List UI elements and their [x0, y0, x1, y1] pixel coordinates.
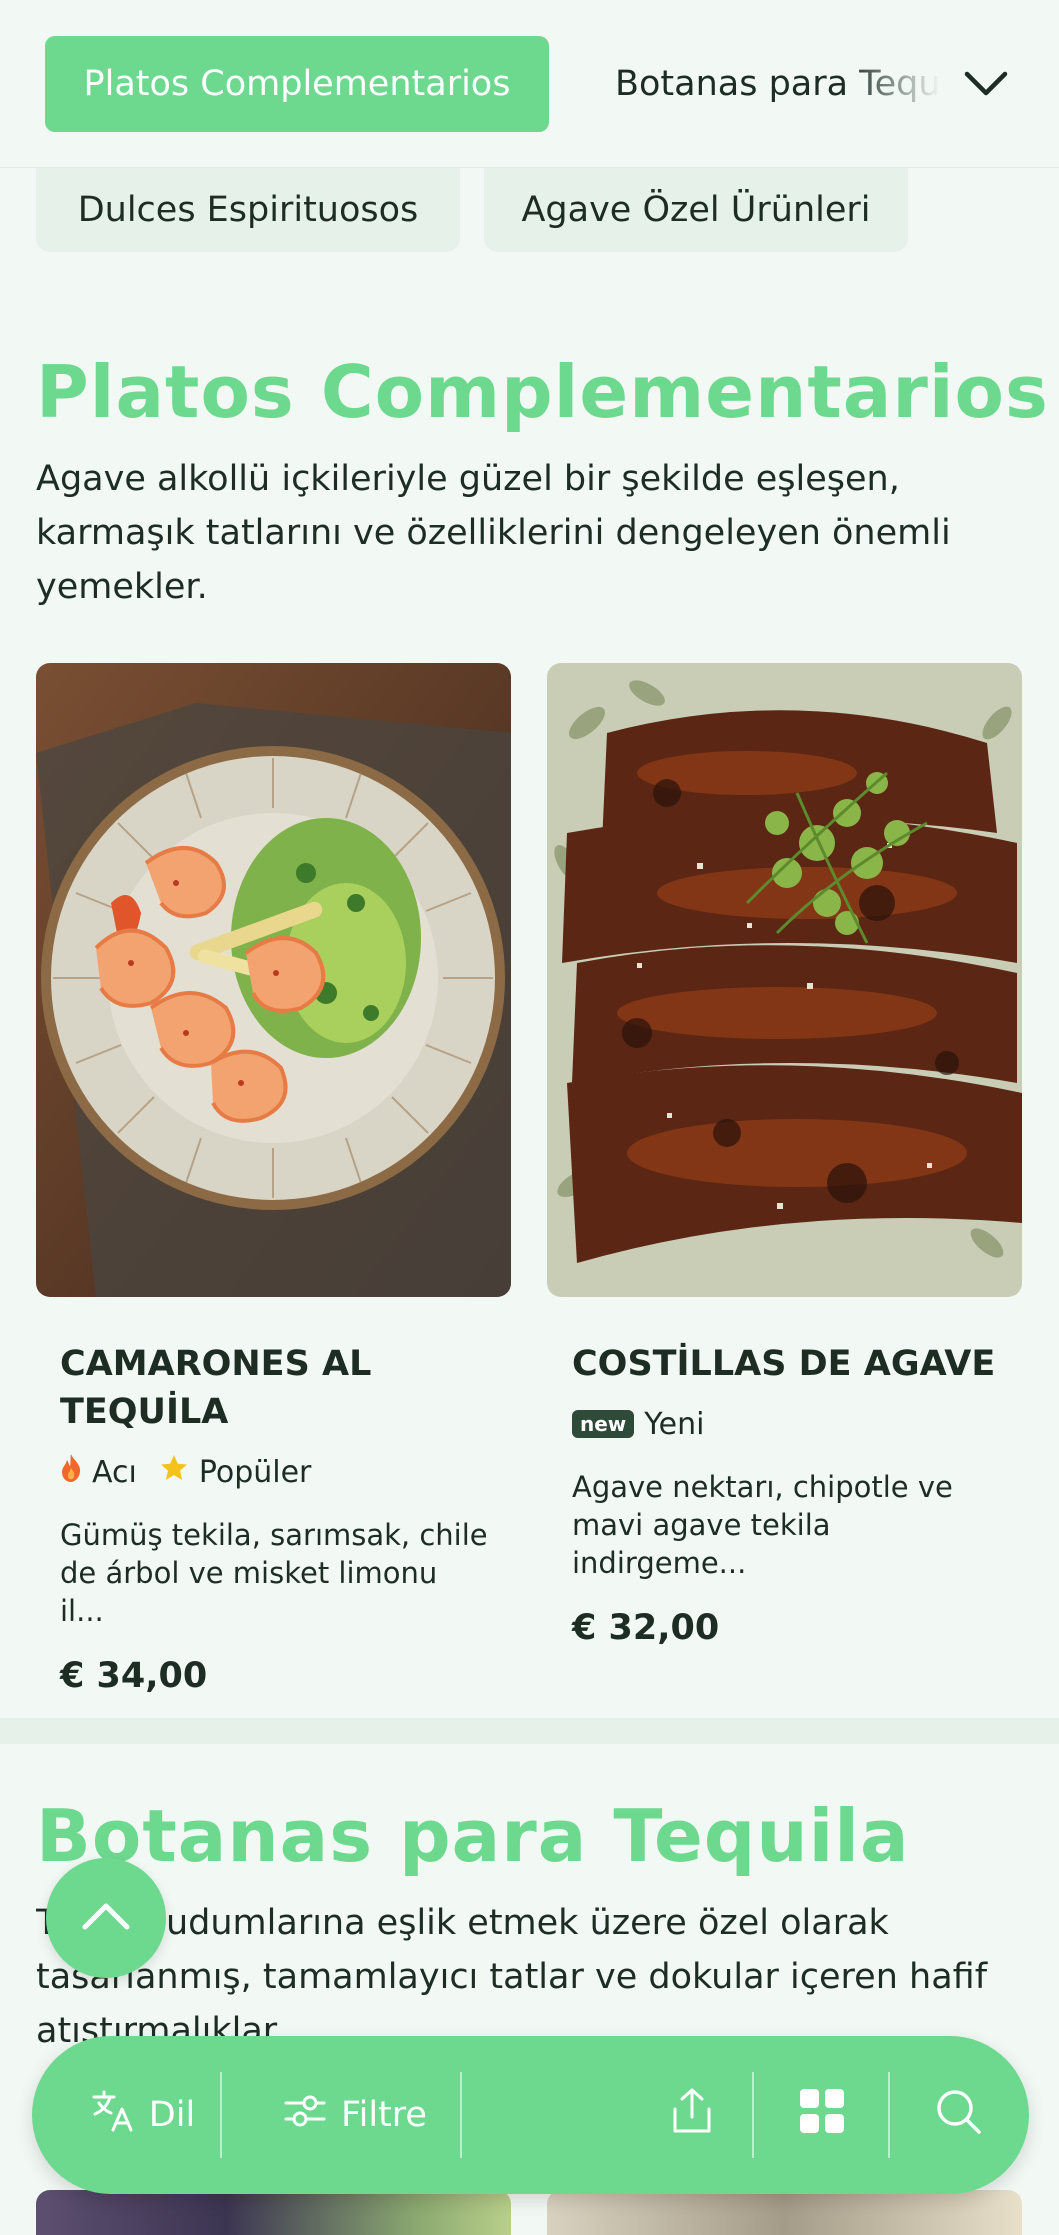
- filter-label: Filtre: [341, 2095, 427, 2135]
- tag-label: Acı: [92, 1454, 137, 1490]
- section-description: Agave alkollü içkileriyle güzel bir şeki…: [36, 459, 951, 607]
- grid-icon: [798, 2087, 846, 2144]
- sub-category-row: Dulces Espirituosos Agave Özel Ürünleri: [0, 168, 1059, 254]
- new-badge: new: [572, 1410, 635, 1438]
- product-image[interactable]: [547, 2190, 1022, 2235]
- toolbar-divider: [888, 2072, 890, 2158]
- filter-button[interactable]: Filtre: [260, 2036, 450, 2194]
- language-button[interactable]: Dil: [68, 2036, 218, 2194]
- language-label: Dil: [148, 2095, 196, 2135]
- product-tags: Acı Popüler: [60, 1450, 490, 1494]
- category-chip-active[interactable]: Platos Complementarios: [45, 36, 549, 132]
- toolbar-divider: [752, 2072, 754, 2158]
- category-chip-next[interactable]: Botanas para Tequila: [588, 36, 948, 132]
- product-card-costillas[interactable]: COSTİLLAS DE AGAVE new Yeni Agave nektar…: [572, 1340, 1002, 1648]
- tag-popular: Popüler: [159, 1453, 312, 1491]
- flame-icon: [60, 1453, 82, 1491]
- product-card-camarones[interactable]: CAMARONES AL TEQUİLA Acı Popüler Gümüş t…: [60, 1340, 490, 1696]
- product-description: Gümüş tekila, sarımsak, chile de árbol v…: [60, 1518, 488, 1628]
- tag-label: Yeni: [644, 1406, 705, 1442]
- product-price: € 34,00: [60, 1656, 208, 1696]
- share-icon: [669, 2087, 715, 2144]
- product-tags: new Yeni: [572, 1402, 1002, 1446]
- tag-new: new Yeni: [572, 1407, 704, 1442]
- chevron-down-icon[interactable]: [956, 58, 1016, 110]
- toolbar-divider: [220, 2072, 222, 2158]
- product-price: € 32,00: [572, 1608, 720, 1648]
- section-title: Platos Complementarios: [36, 350, 1049, 434]
- category-chip-agave[interactable]: Agave Özel Ürünleri: [484, 168, 908, 252]
- star-icon: [159, 1453, 189, 1491]
- search-button[interactable]: [908, 2036, 1008, 2194]
- category-chip-dulces[interactable]: Dulces Espirituosos: [36, 168, 460, 252]
- search-icon: [934, 2087, 982, 2144]
- toolbar-divider: [460, 2072, 462, 2158]
- section-title: Botanas para Tequila: [36, 1794, 910, 1878]
- sliders-icon: [283, 2091, 327, 2140]
- product-image[interactable]: [36, 2190, 511, 2235]
- tag-spicy: Acı: [60, 1453, 137, 1491]
- chevron-up-icon: [81, 1901, 131, 1935]
- product-name: COSTİLLAS DE AGAVE: [572, 1344, 996, 1384]
- product-image-camarones[interactable]: [36, 663, 511, 1297]
- scroll-to-top-button[interactable]: [46, 1858, 166, 1978]
- product-description: Agave nektarı, chipotle ve mavi agave te…: [572, 1470, 953, 1580]
- tag-label: Popüler: [198, 1454, 312, 1490]
- share-button[interactable]: [642, 2036, 742, 2194]
- product-name: CAMARONES AL TEQUİLA: [60, 1344, 372, 1432]
- translate-icon: [91, 2089, 135, 2142]
- section-description: Tekila yudumlarına eşlik etmek üzere öze…: [36, 1903, 988, 2046]
- category-nav: Platos Complementarios Botanas para Tequ…: [0, 0, 1059, 168]
- grid-view-button[interactable]: [772, 2036, 872, 2194]
- product-image-costillas[interactable]: [547, 663, 1022, 1297]
- section-divider: [0, 1718, 1059, 1744]
- bottom-toolbar: Dil Filtre: [32, 2036, 1029, 2194]
